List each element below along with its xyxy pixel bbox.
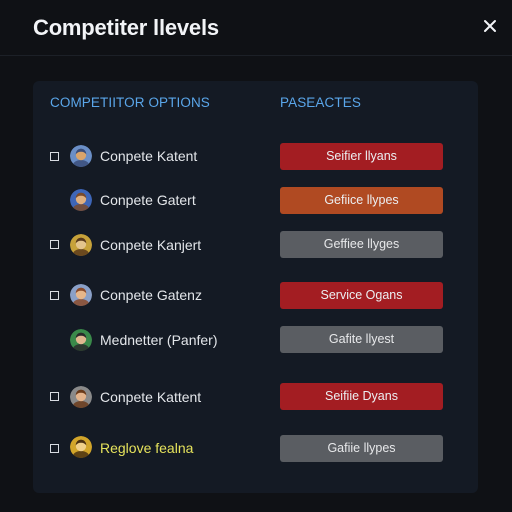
column-header-competitor-options: COMPETIITOR OPTIONS: [50, 95, 210, 110]
column-header-paseactes: PASEACTES: [280, 95, 361, 110]
avatar: [70, 436, 92, 458]
header-divider: [0, 55, 512, 56]
status-badge-button[interactable]: Seifiie Dyans: [280, 383, 443, 410]
avatar: [70, 329, 92, 351]
row-checkbox[interactable]: [50, 291, 59, 300]
status-badge-button[interactable]: Gafiie llypes: [280, 435, 443, 462]
avatar: [70, 189, 92, 211]
status-badge-button[interactable]: Gefiice llypes: [280, 187, 443, 214]
status-badge-button[interactable]: Service Ogans: [280, 282, 443, 309]
close-icon: [484, 20, 496, 32]
close-button[interactable]: [480, 16, 502, 38]
avatar: [70, 386, 92, 408]
competitor-name: Conpete Gatenz: [100, 287, 202, 303]
competitor-name: Conpete Katent: [100, 148, 198, 164]
dialog-title: Competiter llevels: [33, 15, 219, 40]
competitor-name: Conpete Gatert: [100, 192, 196, 208]
competitor-levels-dialog: Competiter llevels COMPETIITOR OPTIONS P…: [0, 0, 512, 512]
avatar: [70, 284, 92, 306]
avatar: [70, 234, 92, 256]
row-checkbox[interactable]: [50, 152, 59, 161]
competitor-name: Conpete Kattent: [100, 389, 202, 405]
row-checkbox[interactable]: [50, 240, 59, 249]
status-badge-button[interactable]: Geffiee llyges: [280, 231, 443, 258]
competitor-name: Reglove fealna: [100, 440, 194, 456]
row-checkbox[interactable]: [50, 392, 59, 401]
status-badge-button[interactable]: Seifier llyans: [280, 143, 443, 170]
avatar: [70, 145, 92, 167]
row-checkbox[interactable]: [50, 444, 59, 453]
status-badge-button[interactable]: Gafite llyest: [280, 326, 443, 353]
competitor-name: Mednetter (Panfer): [100, 332, 218, 348]
competitor-name: Conpete Kanjert: [100, 237, 202, 253]
